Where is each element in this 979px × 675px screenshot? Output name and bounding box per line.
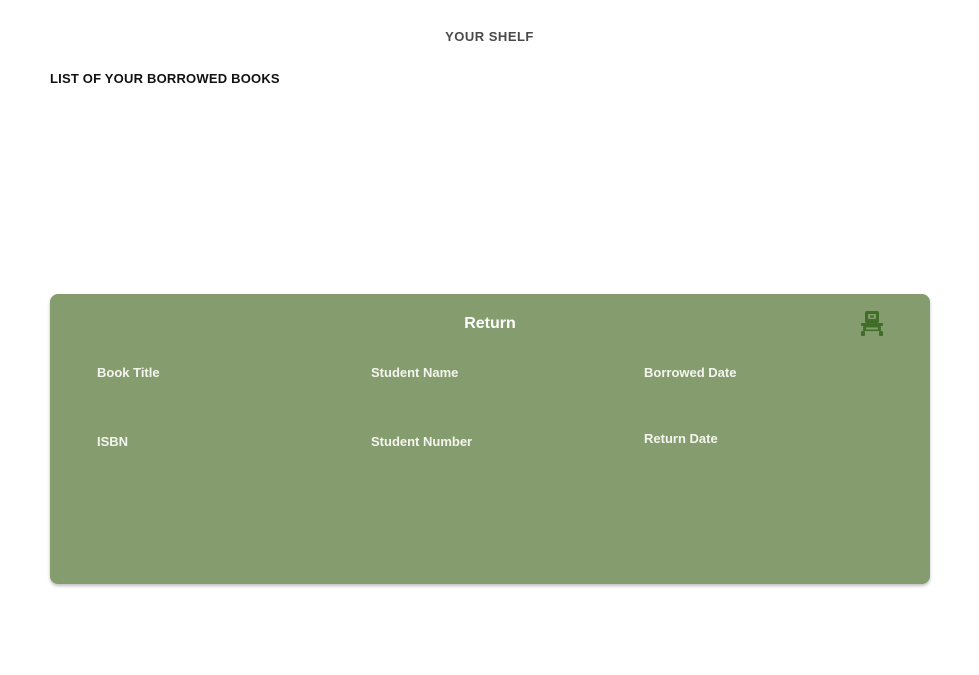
- book-title-label: Book Title: [97, 365, 160, 380]
- borrowed-date-label: Borrowed Date: [644, 365, 737, 380]
- page-title: YOUR SHELF: [445, 29, 534, 44]
- section-title: LIST OF YOUR BORROWED BOOKS: [50, 71, 280, 86]
- student-number-label: Student Number: [371, 434, 473, 449]
- student-name-label: Student Name: [371, 365, 459, 380]
- return-date-label: Return Date: [644, 431, 718, 446]
- isbn-label: ISBN: [97, 434, 129, 449]
- borrowed-book-card: Return Book Title Student Name Borrowed …: [50, 294, 930, 584]
- card-title: Return: [464, 315, 516, 332]
- return-book-icon[interactable]: [858, 309, 886, 337]
